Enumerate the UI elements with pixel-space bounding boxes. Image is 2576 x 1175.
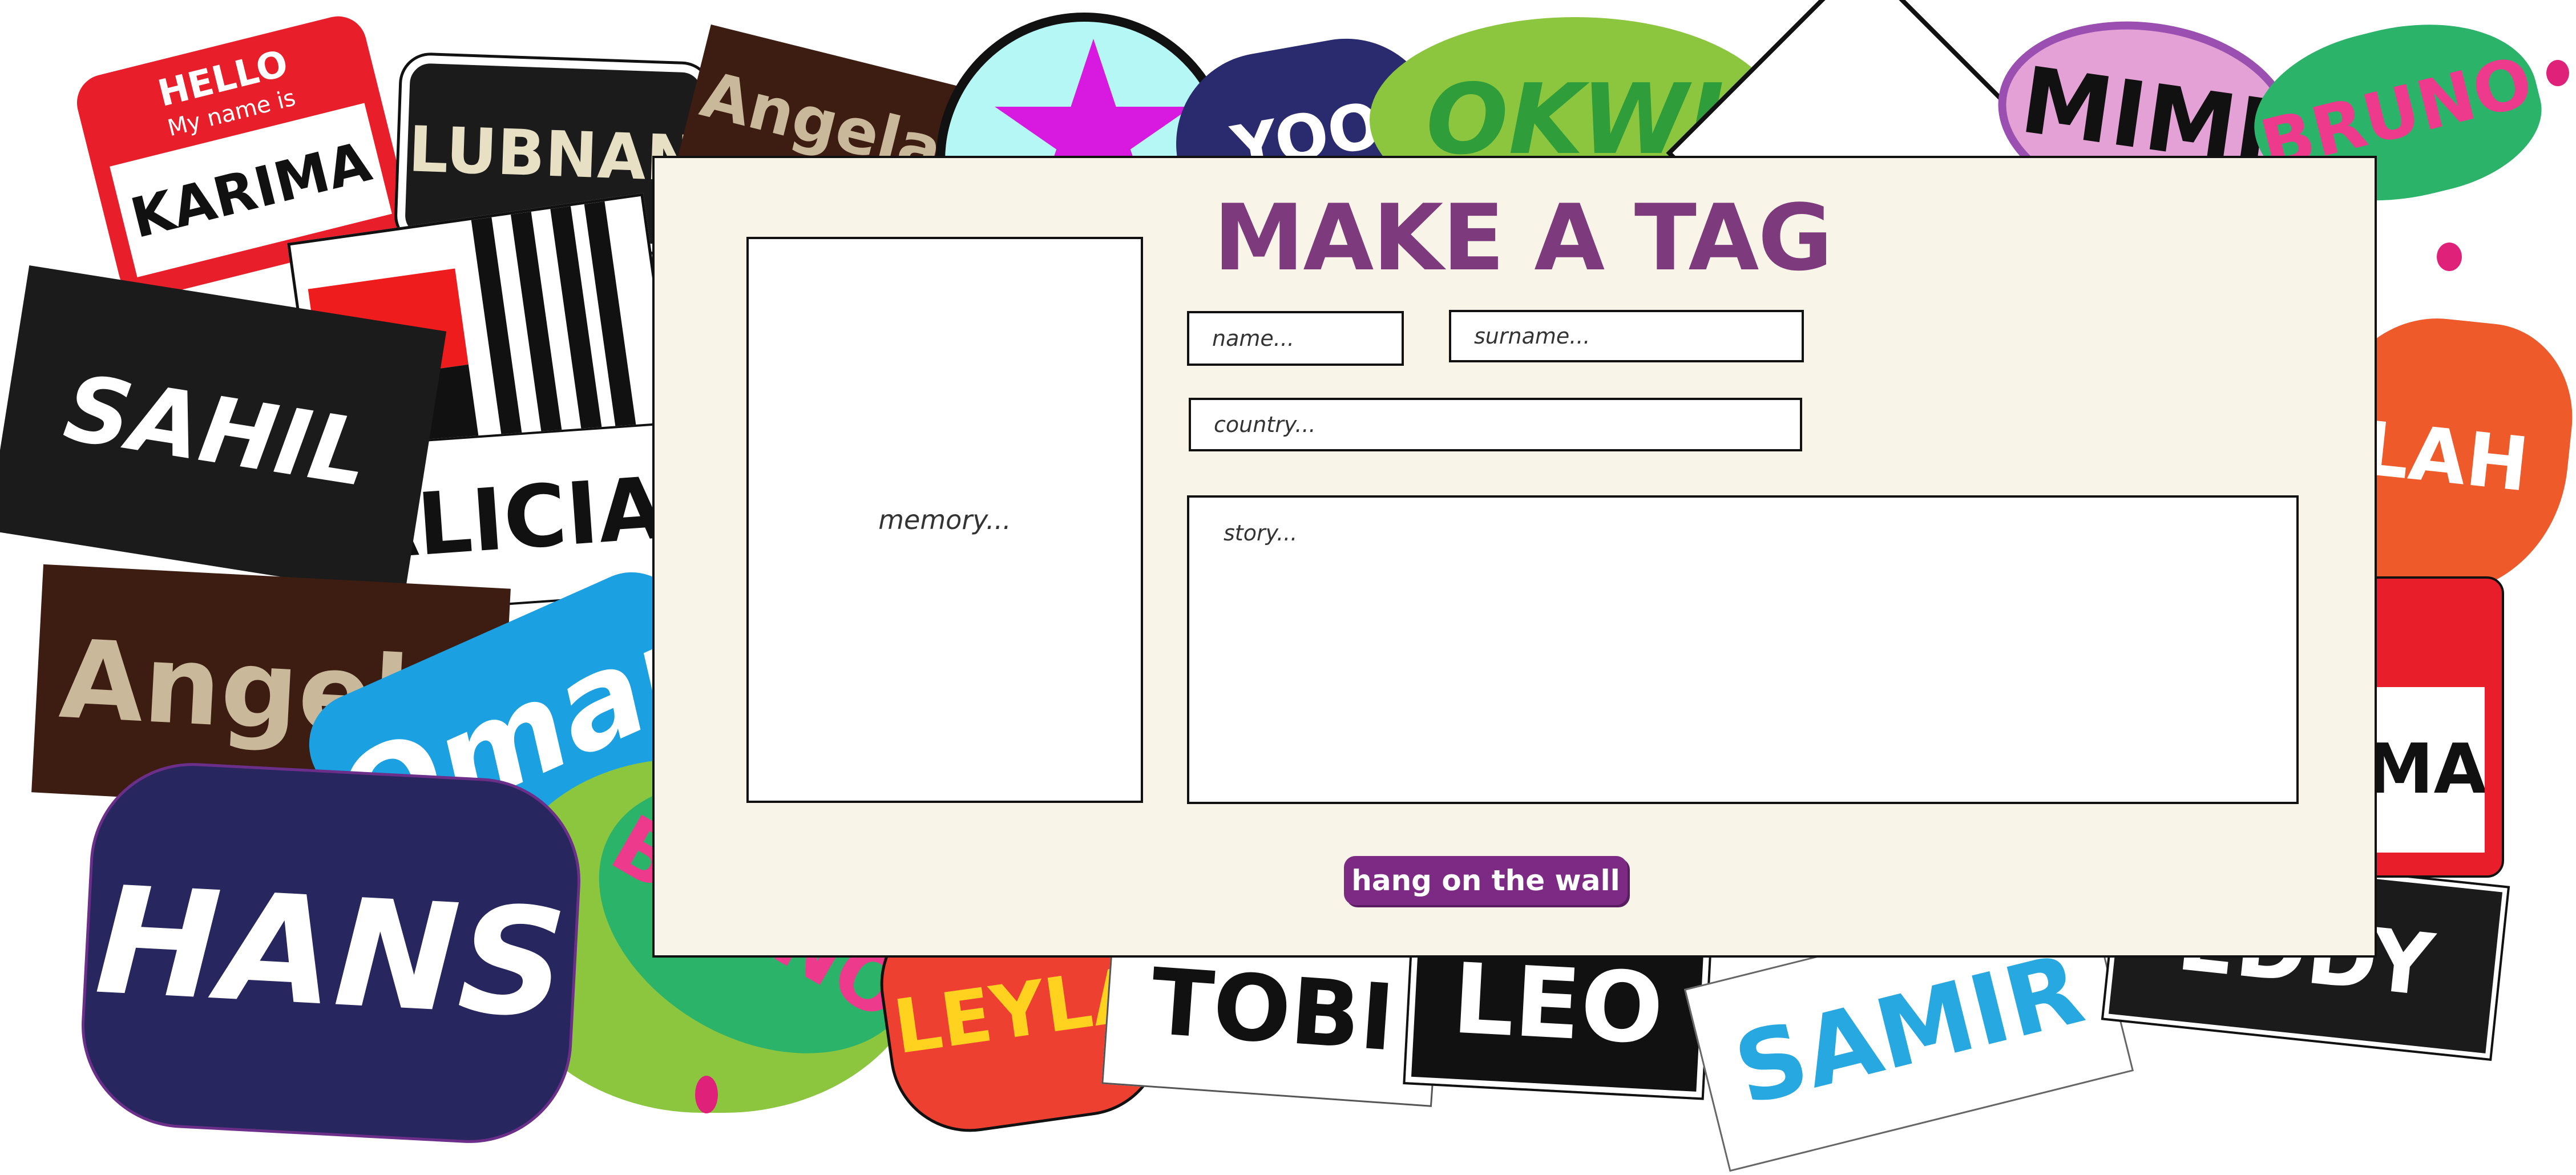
tag-sticker-hans: HANS bbox=[76, 757, 586, 1149]
make-a-tag-form: MAKE A TAG memory... hang on the wall bbox=[652, 156, 2377, 958]
hang-on-the-wall-button[interactable]: hang on the wall bbox=[1344, 856, 1628, 905]
hello-name: KARIMA bbox=[124, 130, 377, 251]
surname-field[interactable] bbox=[1449, 310, 1804, 362]
memory-upload-box[interactable]: memory... bbox=[746, 237, 1143, 803]
story-field[interactable] bbox=[1187, 495, 2299, 804]
memory-label: memory... bbox=[878, 504, 1011, 535]
pink-dot-3 bbox=[695, 1076, 718, 1113]
pink-dot-2 bbox=[2546, 60, 2569, 86]
name-field[interactable] bbox=[1187, 311, 1404, 366]
pink-dot bbox=[2437, 243, 2462, 271]
form-title: MAKE A TAG bbox=[1213, 184, 1832, 291]
country-field[interactable] bbox=[1189, 398, 1802, 451]
